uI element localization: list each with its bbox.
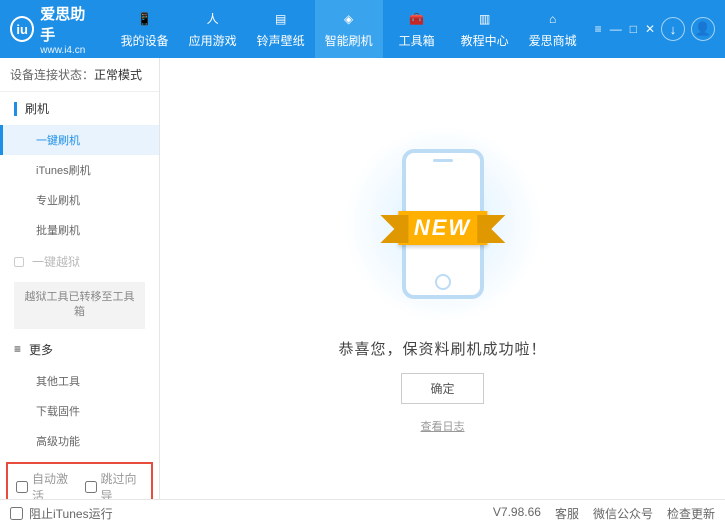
footer-wechat[interactable]: 微信公众号 bbox=[593, 505, 653, 522]
menu-icon[interactable]: ≡ bbox=[595, 22, 602, 36]
sidebar-item-pro-flash[interactable]: 专业刷机 bbox=[0, 185, 159, 215]
success-message: 恭喜您，保资料刷机成功啦！ bbox=[338, 338, 546, 359]
section-jailbreak: 一键越狱 bbox=[0, 245, 159, 278]
app-name: 爱思助手 bbox=[40, 3, 95, 45]
maximize-icon[interactable]: □ bbox=[630, 22, 637, 36]
ok-button[interactable]: 确定 bbox=[401, 373, 483, 404]
book-icon: ▥ bbox=[476, 10, 494, 28]
nav-tutorials[interactable]: ▥教程中心 bbox=[451, 0, 519, 58]
checkbox-skip-guide[interactable]: 跳过向导 bbox=[85, 470, 144, 499]
sidebar-item-itunes-flash[interactable]: iTunes刷机 bbox=[0, 155, 159, 185]
phone-icon: 📱 bbox=[136, 10, 154, 28]
main-content: NEW 恭喜您，保资料刷机成功啦！ 确定 查看日志 bbox=[160, 58, 725, 499]
window-controls: ≡ — □ ✕ bbox=[595, 22, 655, 36]
flash-icon: ◈ bbox=[340, 10, 358, 28]
title-bar: iu 爱思助手 www.i4.cn 📱我的设备 人应用游戏 ▤铃声壁纸 ◈智能刷… bbox=[0, 0, 725, 58]
footer-support[interactable]: 客服 bbox=[555, 505, 579, 522]
sidebar: 设备连接状态：正常模式 刷机 一键刷机 iTunes刷机 专业刷机 批量刷机 一… bbox=[0, 58, 160, 499]
view-log-link[interactable]: 查看日志 bbox=[421, 418, 465, 434]
nav-my-device[interactable]: 📱我的设备 bbox=[111, 0, 179, 58]
success-illustration: NEW bbox=[343, 124, 543, 324]
nav-toolbox[interactable]: 🧰工具箱 bbox=[383, 0, 451, 58]
checkbox-block-itunes[interactable]: 阻止iTunes运行 bbox=[10, 505, 113, 522]
app-logo: iu 爱思助手 www.i4.cn bbox=[10, 3, 96, 56]
sidebar-item-advanced[interactable]: 高级功能 bbox=[0, 426, 159, 456]
connection-status: 设备连接状态：正常模式 bbox=[0, 58, 159, 92]
download-button[interactable]: ↓ bbox=[661, 17, 685, 41]
lock-icon bbox=[14, 257, 24, 267]
sidebar-item-download-firmware[interactable]: 下载固件 bbox=[0, 396, 159, 426]
minimize-icon[interactable]: — bbox=[610, 22, 622, 36]
sidebar-item-other-tools[interactable]: 其他工具 bbox=[0, 366, 159, 396]
nav-smart-flash[interactable]: ◈智能刷机 bbox=[315, 0, 383, 58]
image-icon: ▤ bbox=[272, 10, 290, 28]
close-icon[interactable]: ✕ bbox=[645, 22, 655, 36]
logo-icon: iu bbox=[10, 16, 34, 42]
nav-tabs: 📱我的设备 人应用游戏 ▤铃声壁纸 ◈智能刷机 🧰工具箱 ▥教程中心 ⌂爱思商城 bbox=[111, 0, 587, 58]
sidebar-item-batch-flash[interactable]: 批量刷机 bbox=[0, 215, 159, 245]
nav-ringtones[interactable]: ▤铃声壁纸 bbox=[247, 0, 315, 58]
sidebar-item-one-key-flash[interactable]: 一键刷机 bbox=[0, 125, 159, 155]
section-more[interactable]: ≡更多 bbox=[0, 333, 159, 366]
toolbox-icon: 🧰 bbox=[408, 10, 426, 28]
nav-apps-games[interactable]: 人应用游戏 bbox=[179, 0, 247, 58]
nav-store[interactable]: ⌂爱思商城 bbox=[519, 0, 587, 58]
new-ribbon: NEW bbox=[398, 211, 487, 245]
footer-check-update[interactable]: 检查更新 bbox=[667, 505, 715, 522]
checkbox-auto-activate[interactable]: 自动激活 bbox=[16, 470, 75, 499]
user-button[interactable]: 👤 bbox=[691, 17, 715, 41]
jailbreak-note: 越狱工具已转移至工具箱 bbox=[14, 282, 145, 329]
status-bar: 阻止iTunes运行 V7.98.66 客服 微信公众号 检查更新 bbox=[0, 499, 725, 527]
store-icon: ⌂ bbox=[544, 10, 562, 28]
version-label: V7.98.66 bbox=[493, 505, 541, 522]
app-url: www.i4.cn bbox=[40, 45, 95, 56]
apps-icon: 人 bbox=[204, 10, 222, 28]
options-box: 自动激活 跳过向导 bbox=[6, 462, 153, 499]
section-flash[interactable]: 刷机 bbox=[0, 92, 159, 125]
